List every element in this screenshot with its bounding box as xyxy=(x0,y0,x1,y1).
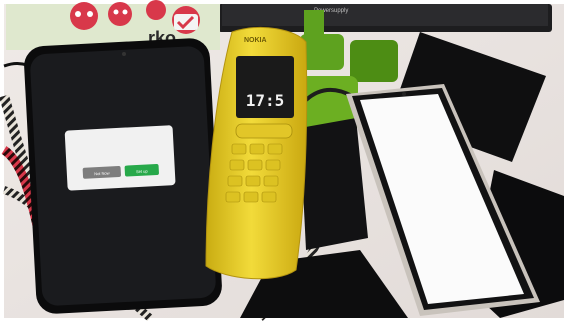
setup-dialog: Not Now Set up xyxy=(64,125,176,191)
sticker-mascot xyxy=(70,2,98,30)
nav-key[interactable] xyxy=(235,123,293,139)
sticker-mascot xyxy=(146,0,166,20)
sticker-green xyxy=(350,40,398,82)
sticker-mascot xyxy=(108,2,132,26)
brand-label: NOKIA xyxy=(244,37,267,44)
photo-scene: Powersupply rko Not Now Set up NOKIA 17:… xyxy=(0,0,568,322)
left-phone: Not Now Set up xyxy=(24,38,222,314)
not-now-label: Not Now xyxy=(94,170,110,176)
set-up-label: Set up xyxy=(136,168,149,174)
clock-display: 17:5 xyxy=(246,91,285,110)
front-camera xyxy=(402,92,406,96)
